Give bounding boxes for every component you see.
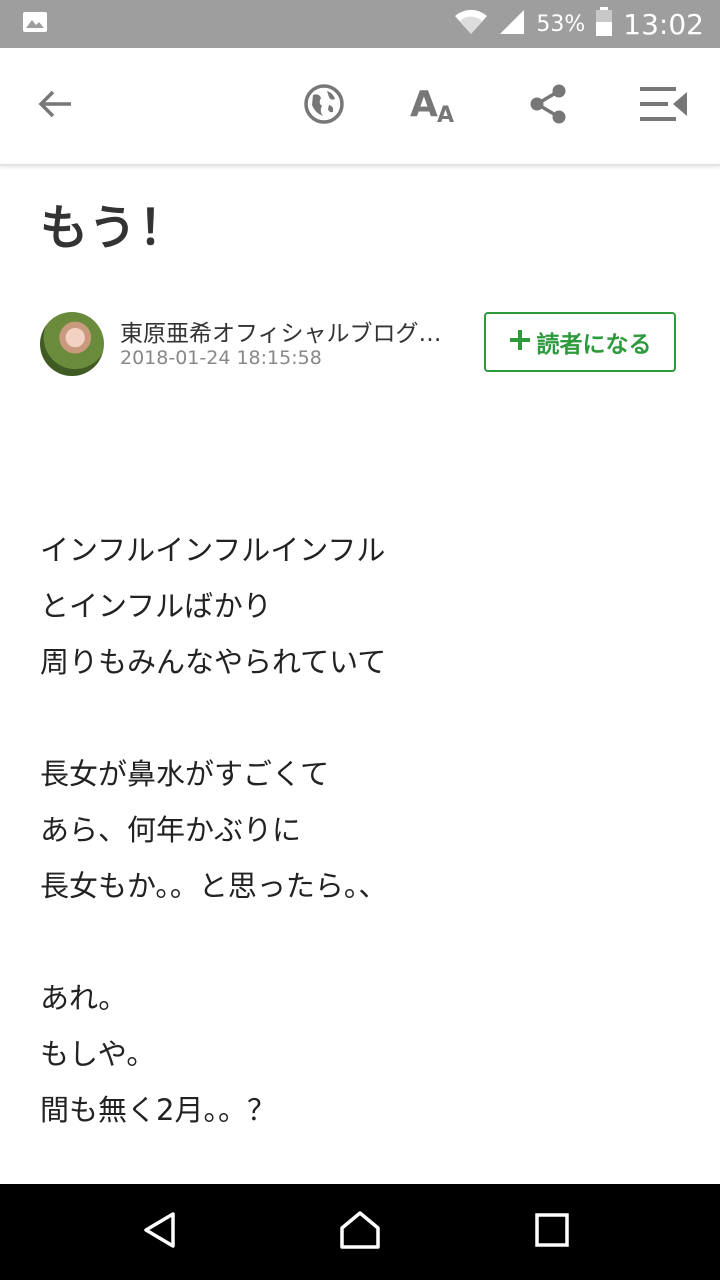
- playlist-menu-button[interactable]: [628, 48, 700, 164]
- share-icon: [528, 83, 568, 129]
- back-arrow-icon: [37, 89, 73, 123]
- playlist-menu-icon: [639, 84, 689, 128]
- body-line: とインフルばかり: [40, 589, 272, 623]
- app-toolbar: A A: [0, 48, 720, 166]
- avatar[interactable]: [40, 312, 104, 376]
- body-line: あれ。: [40, 981, 128, 1015]
- battery-percent: 53%: [536, 11, 586, 37]
- translate-button[interactable]: [288, 48, 360, 164]
- body-line: 間も無く2月。。？: [40, 1093, 276, 1127]
- nav-recents-icon: [534, 1212, 570, 1252]
- body-line: もしや。: [40, 1037, 156, 1071]
- nav-back-button[interactable]: [110, 1184, 210, 1280]
- signal-icon: [498, 8, 526, 40]
- follow-button[interactable]: 読者になる: [484, 312, 676, 372]
- nav-recents-button[interactable]: [502, 1184, 602, 1280]
- plus-icon: [509, 327, 531, 357]
- post-title: もう！: [40, 200, 189, 256]
- wifi-icon: [454, 9, 488, 39]
- post-body: インフルインフルインフル とインフルばかり 周りもみんなやられていて 長女が鼻水…: [40, 522, 680, 1138]
- back-button[interactable]: [20, 48, 90, 164]
- body-line: インフルインフルインフル: [40, 533, 386, 567]
- body-line: 周りもみんなやられていて: [40, 645, 387, 679]
- post-date: 2018-01-24 18:15:58: [120, 347, 322, 369]
- nav-home-button[interactable]: [310, 1184, 410, 1280]
- navigation-bar: [0, 1184, 720, 1280]
- follow-label: 読者になる: [536, 332, 652, 358]
- body-line: 長女が鼻水がすごくて: [40, 757, 330, 791]
- clock: 13:02: [623, 7, 704, 41]
- battery-icon: [595, 7, 613, 41]
- svg-text:A: A: [437, 103, 454, 124]
- nav-home-icon: [338, 1210, 382, 1254]
- svg-text:A: A: [410, 84, 438, 124]
- body-line: 長女もか。。と思ったら。、: [40, 869, 388, 903]
- share-button[interactable]: [512, 48, 584, 164]
- font-size-button[interactable]: A A: [398, 48, 470, 164]
- globe-icon: [303, 83, 345, 129]
- status-bar: 53% 13:02: [0, 0, 720, 48]
- blog-name[interactable]: 東原亜希オフィシャルブログ…: [120, 314, 460, 348]
- nav-back-icon: [140, 1210, 180, 1254]
- font-size-icon: A A: [410, 84, 458, 128]
- body-line: あら、何年かぶりに: [40, 813, 302, 847]
- image-icon: [22, 11, 48, 37]
